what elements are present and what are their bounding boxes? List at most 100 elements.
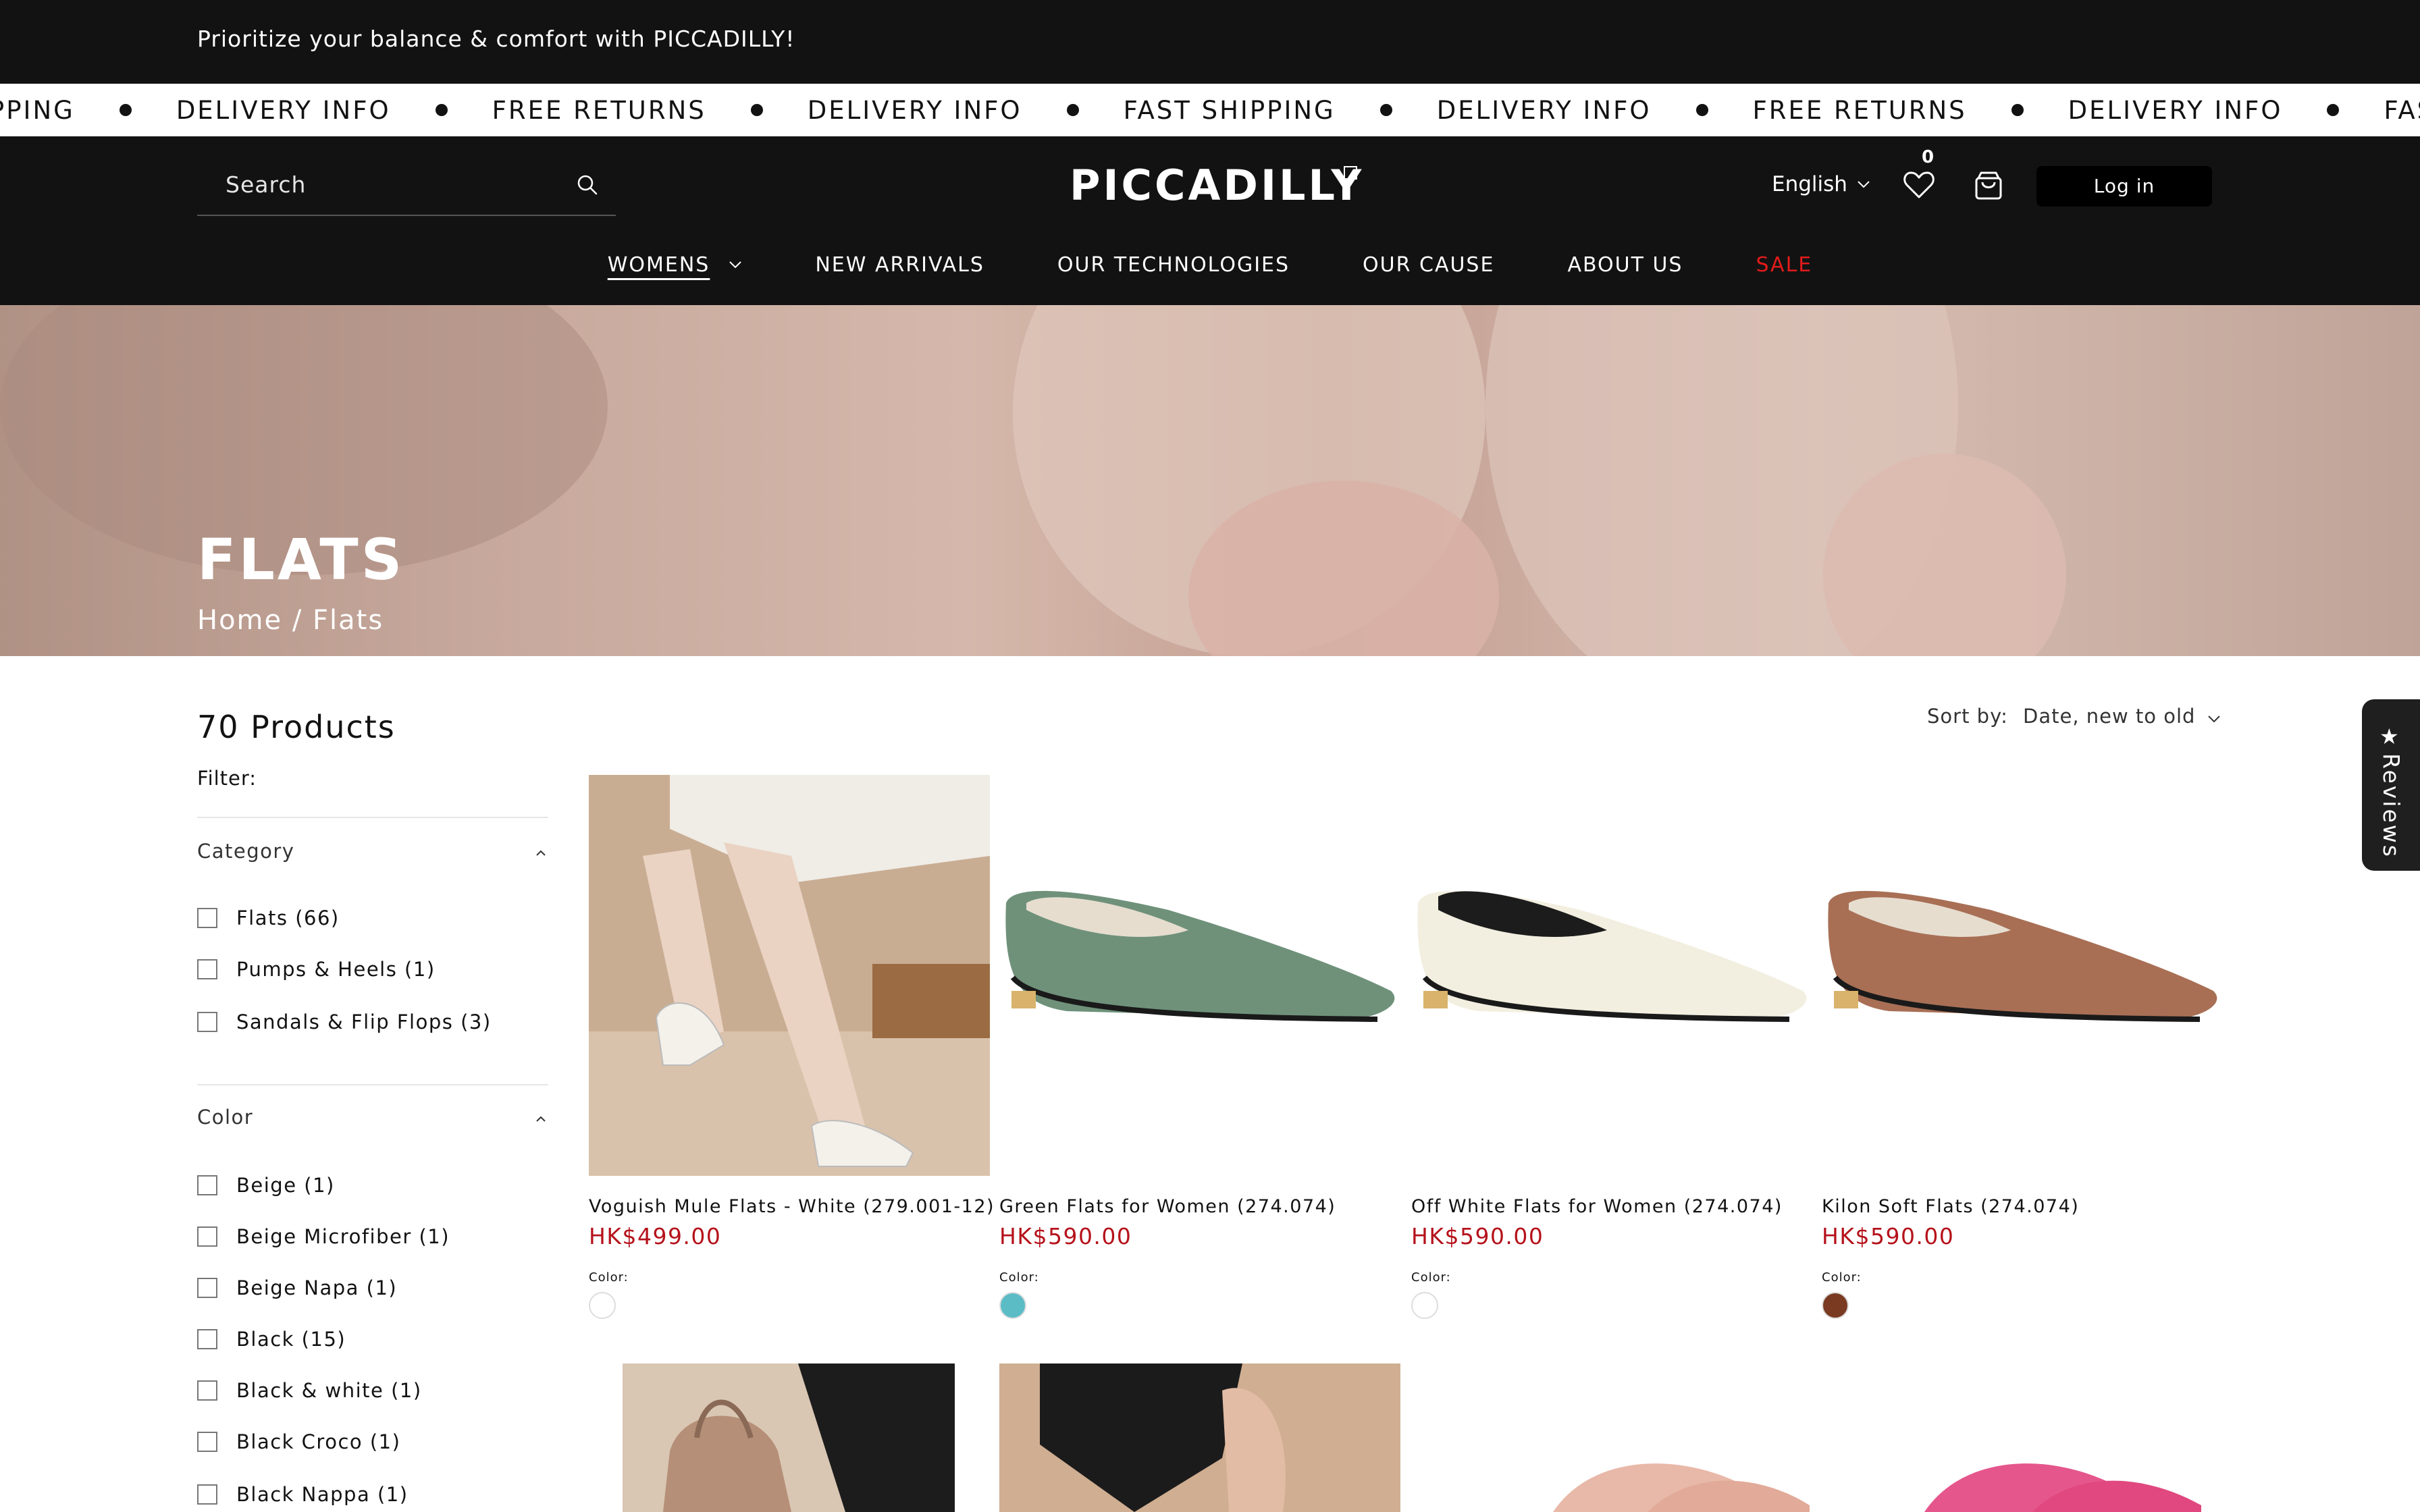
chevron-up-icon[interactable] [533, 1114, 548, 1123]
product-image[interactable] [999, 775, 1400, 1176]
off-white-flat-shoe-photo [1417, 890, 1807, 1022]
brand-logo[interactable]: PICCADILLY [1070, 161, 1361, 211]
product-image[interactable] [1411, 775, 1812, 1176]
marquee-item[interactable]: DELIVERY INFO [808, 96, 1022, 125]
product-count: 70 Products [197, 709, 396, 745]
hot-pink-flat-shoe-photo [1924, 1463, 2201, 1512]
filter-option-label: Flats (66) [236, 907, 340, 929]
color-swatch[interactable] [1411, 1292, 1438, 1319]
filter-option-label: Black Nappa (1) [236, 1483, 409, 1506]
product-title[interactable]: Kilon Soft Flats (274.074) [1822, 1196, 2079, 1217]
marquee-item[interactable]: FAST SHIPPING [2384, 96, 2420, 125]
nav-item-our-technologies[interactable]: OUR TECHNOLOGIES [1057, 253, 1290, 277]
marquee-item[interactable]: FAST SHIPPING [1124, 96, 1336, 125]
bag-photo [623, 1364, 955, 1512]
language-selector[interactable]: English [1772, 167, 1870, 201]
filter-option-black-white[interactable]: Black & white (1) [197, 1377, 422, 1404]
filter-label: Filter: [197, 767, 257, 790]
filter-option-label: Beige Napa (1) [236, 1276, 398, 1299]
search-icon[interactable] [574, 171, 601, 198]
filter-color-toggle[interactable]: Color [197, 1106, 253, 1129]
sort-select[interactable]: Date, new to old [2023, 705, 2195, 728]
registered-mark-icon [1344, 166, 1357, 180]
search-bar[interactable] [197, 157, 616, 216]
filter-option-label: Black & white (1) [236, 1379, 422, 1402]
checkbox[interactable] [197, 908, 217, 928]
checkbox[interactable] [197, 1226, 217, 1247]
product-image[interactable] [589, 775, 990, 1176]
nav-label: WOMENS [607, 252, 710, 277]
filter-option-black[interactable]: Black (15) [197, 1326, 346, 1353]
nav-item-our-cause[interactable]: OUR CAUSE [1363, 253, 1494, 277]
nav-item-sale[interactable]: SALE [1756, 253, 1812, 277]
color-swatch[interactable] [589, 1292, 616, 1319]
nav-item-new-arrivals[interactable]: NEW ARRIVALS [815, 253, 984, 277]
nav-item-about-us[interactable]: ABOUT US [1567, 253, 1683, 277]
checkbox[interactable] [197, 1329, 217, 1349]
product-price: HK$590.00 [1822, 1223, 1955, 1249]
product-price: HK$499.00 [589, 1223, 722, 1249]
checkbox[interactable] [197, 1432, 217, 1452]
chevron-down-icon [729, 261, 742, 269]
divider [197, 1084, 548, 1085]
checkbox[interactable] [197, 959, 217, 979]
checkbox[interactable] [197, 1380, 217, 1401]
marquee-item[interactable]: DELIVERY INFO [1437, 96, 1652, 125]
cart-icon[interactable] [1973, 169, 2004, 201]
logo-text: PICCADILLY [1070, 161, 1365, 210]
bullet-dot [1379, 104, 1392, 116]
product-title[interactable]: Voguish Mule Flats - White (279.001-12) [589, 1196, 995, 1217]
filter-option-beige[interactable]: Beige (1) [197, 1172, 335, 1199]
product-image[interactable] [999, 1364, 1400, 1512]
color-swatch[interactable] [999, 1292, 1026, 1319]
green-flat-shoe-photo [1005, 890, 1395, 1022]
filter-option-beige-napa[interactable]: Beige Napa (1) [197, 1274, 397, 1301]
pink-flat-shoe-photo [1553, 1463, 1810, 1512]
checkbox[interactable] [197, 1012, 217, 1032]
search-input[interactable] [197, 163, 551, 205]
filter-option-sandals[interactable]: Sandals & Flip Flops (3) [197, 1008, 492, 1035]
filter-option-flats[interactable]: Flats (66) [197, 905, 340, 932]
nav-label: NEW ARRIVALS [815, 252, 984, 277]
info-marquee: IPPING DELIVERY INFO FREE RETURNS DELIVE… [0, 84, 2420, 136]
marquee-item[interactable]: IPPING [0, 96, 75, 125]
color-label: Color: [999, 1270, 1039, 1285]
product-price: HK$590.00 [1411, 1223, 1544, 1249]
nav-label: SALE [1756, 252, 1813, 277]
checkbox[interactable] [197, 1484, 217, 1505]
product-image[interactable] [1472, 1431, 1810, 1512]
filter-category-toggle[interactable]: Category [197, 840, 294, 863]
filter-option-black-croco[interactable]: Black Croco (1) [197, 1428, 400, 1455]
brown-flat-shoe-photo [1828, 890, 2217, 1022]
reviews-tab[interactable]: ★ Reviews [2362, 699, 2420, 871]
product-title[interactable]: Green Flats for Women (274.074) [999, 1196, 1336, 1217]
marquee-item[interactable]: FREE RETURNS [492, 96, 706, 125]
filter-option-label: Pumps & Heels (1) [236, 958, 436, 981]
chevron-up-icon[interactable] [533, 848, 548, 857]
chevron-down-icon[interactable] [2207, 714, 2221, 724]
filter-option-label: Black (15) [236, 1328, 346, 1351]
filter-option-beige-microfiber[interactable]: Beige Microfiber (1) [197, 1223, 450, 1250]
marquee-item[interactable]: DELIVERY INFO [2068, 96, 2283, 125]
marquee-item[interactable]: FREE RETURNS [1753, 96, 1967, 125]
main-nav: WOMENS NEW ARRIVALS OUR TECHNOLOGIES OUR… [0, 244, 2420, 285]
marquee-item[interactable]: DELIVERY INFO [176, 96, 391, 125]
checkbox[interactable] [197, 1175, 217, 1195]
color-label: Color: [1822, 1270, 1862, 1285]
color-label: Color: [589, 1270, 629, 1285]
product-title[interactable]: Off White Flats for Women (274.074) [1411, 1196, 1783, 1217]
checkbox[interactable] [197, 1278, 217, 1298]
heart-icon[interactable] [1903, 170, 1935, 200]
breadcrumb[interactable]: Home / Flats [197, 605, 384, 636]
filter-option-pumps-heels[interactable]: Pumps & Heels (1) [197, 956, 436, 983]
bullet-dot [119, 104, 132, 116]
nav-item-womens[interactable]: WOMENS [608, 253, 743, 277]
product-image[interactable] [1884, 1431, 2221, 1512]
filter-option-black-nappa[interactable]: Black Nappa (1) [197, 1481, 409, 1508]
login-button[interactable]: Log in [2036, 166, 2212, 207]
color-swatch[interactable] [1822, 1292, 1849, 1319]
bullet-dot [435, 104, 448, 116]
color-label: Color: [1411, 1270, 1451, 1285]
product-image[interactable] [623, 1364, 955, 1512]
product-image[interactable] [1822, 775, 2223, 1176]
